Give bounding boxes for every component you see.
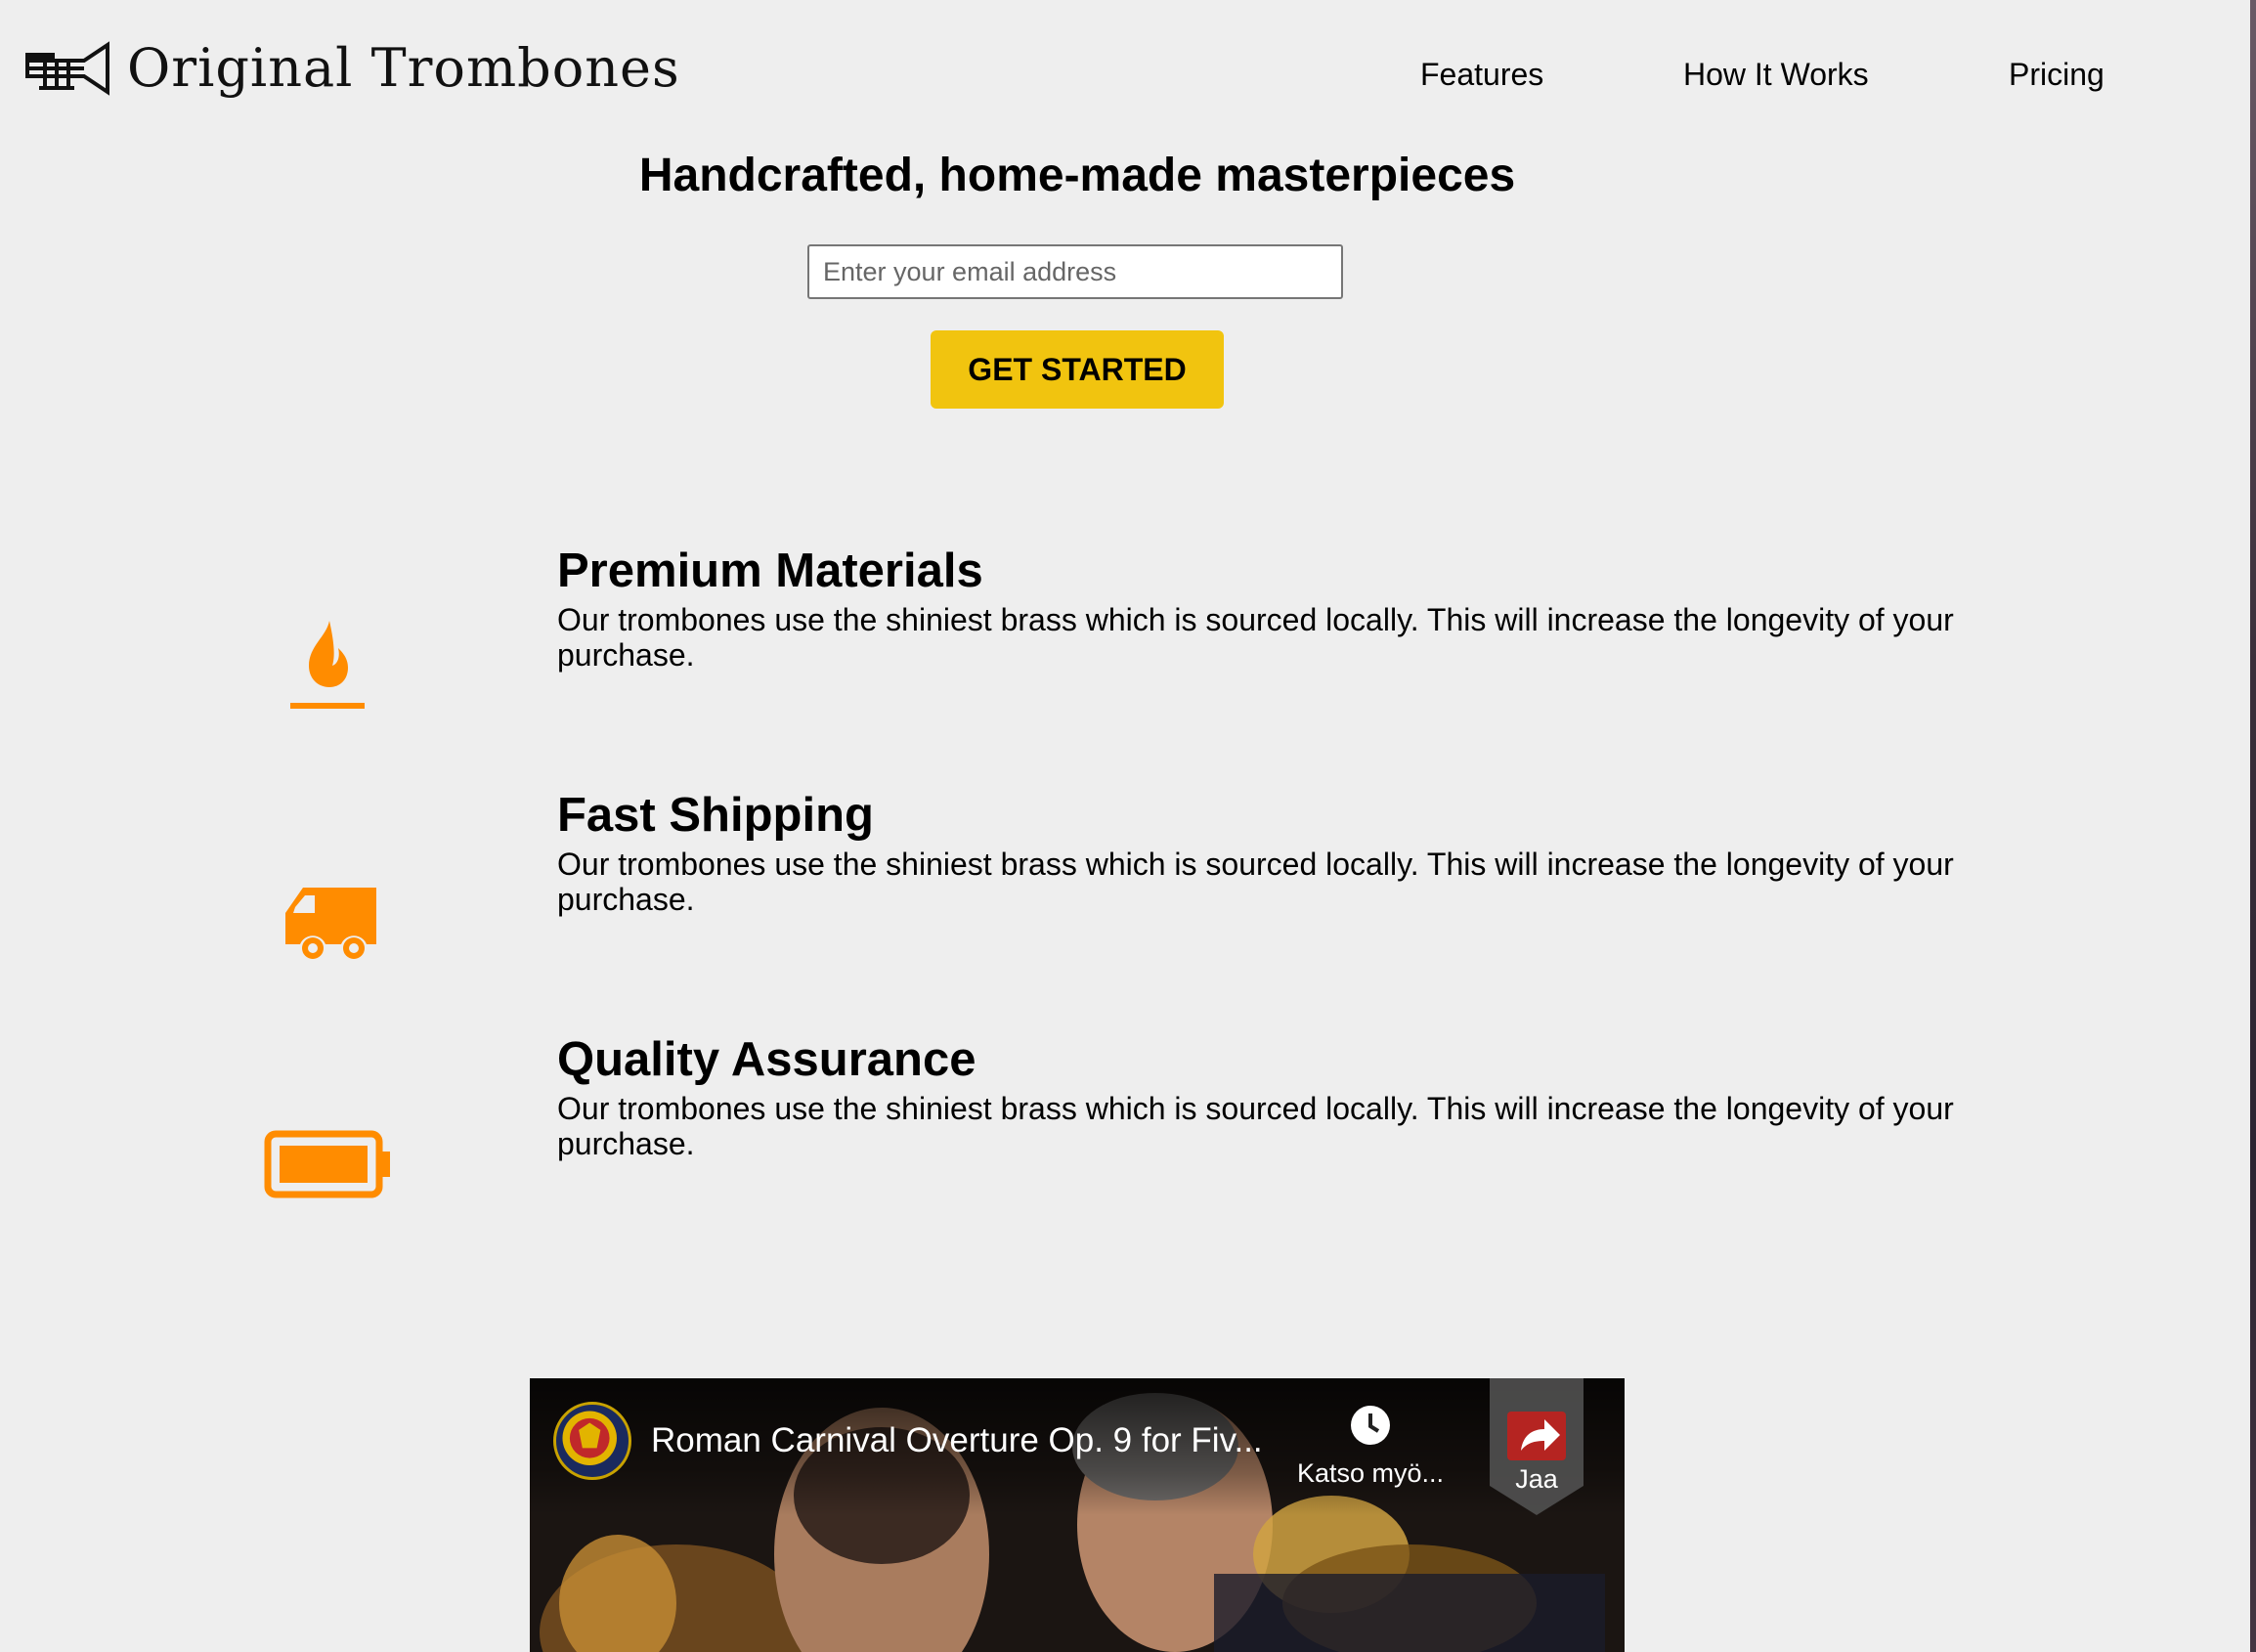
feature-text: Fast Shipping Our trombones use the shin… bbox=[557, 789, 1965, 917]
top-nav: Features How It Works Pricing bbox=[0, 57, 2250, 96]
nav-link-pricing[interactable]: Pricing bbox=[2009, 57, 2104, 93]
feature-title: Fast Shipping bbox=[557, 789, 874, 842]
channel-avatar[interactable] bbox=[553, 1402, 631, 1480]
nav-link-features[interactable]: Features bbox=[1420, 57, 1543, 93]
share-label: Jaa bbox=[1515, 1464, 1558, 1494]
feature-title: Premium Materials bbox=[557, 544, 983, 597]
feature-text: Premium Materials Our trombones use the … bbox=[557, 544, 1965, 673]
feature-description: Our trombones use the shiniest brass whi… bbox=[557, 846, 1954, 917]
window-edge bbox=[2250, 0, 2256, 1652]
get-started-button[interactable]: GET STARTED bbox=[931, 330, 1224, 409]
share-icon bbox=[1507, 1412, 1566, 1460]
feature-quality-assurance: Quality Assurance Our trombones use the … bbox=[0, 1033, 2250, 1230]
watch-later-label: Katso myö... bbox=[1296, 1458, 1445, 1488]
feature-title: Quality Assurance bbox=[557, 1033, 976, 1086]
clock-icon bbox=[1351, 1406, 1390, 1445]
email-input[interactable] bbox=[807, 244, 1343, 299]
nav-link-how-it-works[interactable]: How It Works bbox=[1683, 57, 1869, 93]
truck-icon bbox=[285, 888, 376, 959]
feature-description: Our trombones use the shiniest brass whi… bbox=[557, 601, 1954, 673]
landing-page: Original Trombones Features How It Works… bbox=[0, 0, 2256, 1652]
channel-emblem-icon bbox=[562, 1411, 617, 1465]
video-player[interactable]: Roman Carnival Overture Op. 9 for Fiv...… bbox=[530, 1378, 1625, 1652]
feature-text: Quality Assurance Our trombones use the … bbox=[557, 1033, 1965, 1161]
video-title[interactable]: Roman Carnival Overture Op. 9 for Fiv... bbox=[651, 1421, 1263, 1460]
feature-fast-shipping: Fast Shipping Our trombones use the shin… bbox=[0, 789, 2250, 985]
battery-icon bbox=[264, 1130, 390, 1198]
header: Original Trombones Features How It Works… bbox=[0, 0, 2250, 137]
feature-description: Our trombones use the shiniest brass whi… bbox=[557, 1090, 1954, 1161]
fire-icon bbox=[290, 621, 365, 709]
feature-premium-materials: Premium Materials Our trombones use the … bbox=[0, 544, 2250, 741]
hero-title: Handcrafted, home-made masterpieces bbox=[638, 150, 1516, 201]
share-button[interactable]: Jaa bbox=[1490, 1378, 1584, 1515]
watch-later-button[interactable]: Katso myö... bbox=[1292, 1404, 1449, 1489]
